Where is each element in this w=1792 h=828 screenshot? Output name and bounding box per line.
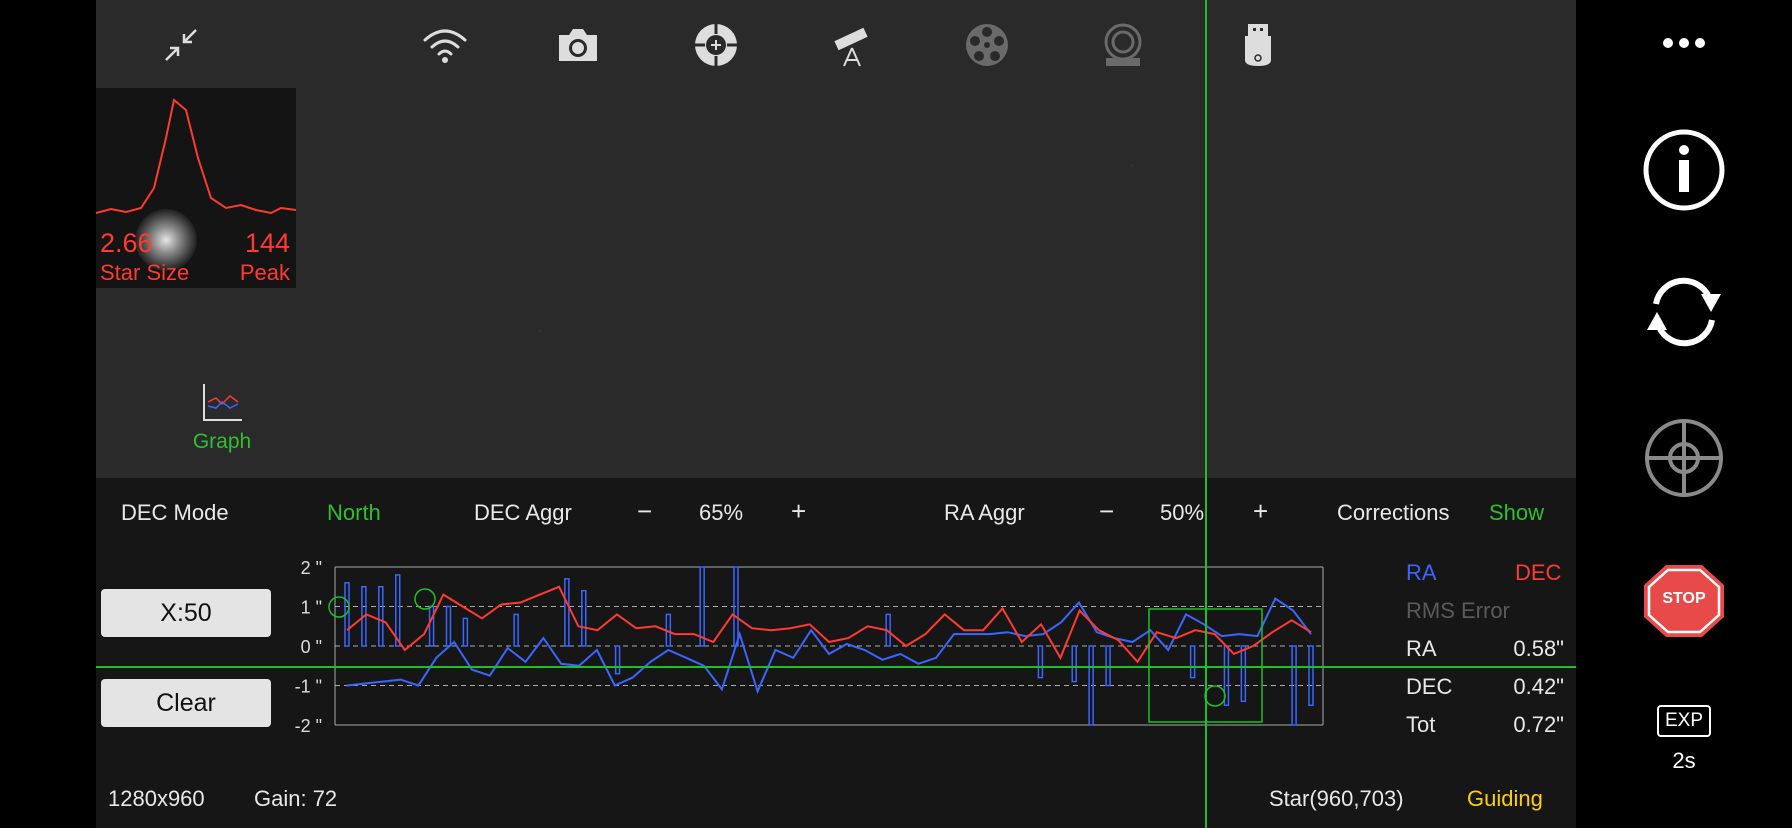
dec-series-line <box>346 585 1312 664</box>
rms-dec-label: DEC <box>1406 674 1453 699</box>
star-profile-box: 2.66 144 Star Size Peak <box>96 88 296 288</box>
telescope-icon[interactable] <box>825 18 879 72</box>
crosshair-horizontal-line <box>96 666 1576 668</box>
ra-correction-pulse <box>394 574 401 647</box>
ra-correction-pulse <box>428 605 435 647</box>
crosshair-vertical-line <box>1205 0 1207 828</box>
dec-mode-label: DEC Mode <box>121 500 229 525</box>
rms-tot-label: Tot <box>1406 712 1436 737</box>
peak-label: Peak <box>239 260 290 285</box>
exposure-value-text: 2s <box>1672 748 1696 773</box>
y-tick-label: 0 " <box>301 637 322 657</box>
dec-aggr-value: 65% <box>699 500 744 525</box>
rms-dec-value: 0.42" <box>1513 674 1564 699</box>
stop-button[interactable]: STOP <box>1576 563 1792 639</box>
corrections-label: Corrections <box>1337 500 1450 525</box>
marker-circle <box>1204 685 1226 707</box>
ra-correction-pulse <box>1308 645 1314 706</box>
more-icon[interactable] <box>1576 28 1792 58</box>
rms-error-title: RMS Error <box>1406 598 1510 623</box>
y-tick-label: 2 " <box>301 558 322 578</box>
rms-ra-label: RA <box>1406 636 1437 661</box>
ra-correction-pulse <box>1240 645 1247 703</box>
wifi-icon[interactable] <box>418 18 472 72</box>
ra-aggr-minus-button[interactable]: − <box>1099 496 1114 527</box>
guide-icon[interactable] <box>689 18 743 72</box>
ra-aggr-value: 50% <box>1160 500 1205 525</box>
focuser-icon[interactable] <box>1096 18 1150 72</box>
star-size-label: Star Size <box>100 260 190 285</box>
ra-correction-pulse <box>1189 645 1196 679</box>
ra-correction-pulse <box>513 613 519 647</box>
y-tick-label: -2 " <box>295 716 322 736</box>
star-position-text: Star(960,703) <box>1269 786 1404 811</box>
ra-correction-pulse <box>1291 645 1297 726</box>
ra-correction-pulse <box>445 605 452 647</box>
ra-aggr-label: RA Aggr <box>944 500 1025 525</box>
resolution-text: 1280x960 <box>108 786 205 811</box>
filter-wheel-icon[interactable] <box>960 18 1014 72</box>
dec-aggr-label: DEC Aggr <box>474 500 572 525</box>
gain-text: Gain: 72 <box>254 786 338 811</box>
collapse-icon[interactable] <box>154 18 208 72</box>
crosshair-icon[interactable] <box>1576 416 1792 500</box>
graph-icon <box>203 384 242 421</box>
rms-tot-value: 0.72" <box>1513 712 1564 737</box>
right-sidebar: STOP EXP 2s <box>1576 0 1792 828</box>
ra-correction-pulse <box>1037 645 1044 679</box>
dec-aggr-minus-button[interactable]: − <box>637 496 652 527</box>
corrections-toggle[interactable]: Show <box>1489 500 1544 526</box>
ra-correction-pulse <box>1071 645 1077 683</box>
ra-correction-pulse <box>699 566 705 647</box>
ra-correction-pulse <box>581 589 587 647</box>
clear-button[interactable]: Clear <box>101 679 271 727</box>
stop-label: STOP <box>1662 590 1706 607</box>
legend-ra: RA <box>1406 560 1437 585</box>
ra-aggr-plus-button[interactable]: + <box>1253 496 1268 527</box>
ra-correction-pulse <box>462 617 469 647</box>
camera-icon[interactable] <box>551 18 605 72</box>
star-size-value: 2.66 <box>100 228 153 258</box>
ra-correction-pulse <box>564 578 570 647</box>
dec-mode-value[interactable]: North <box>327 500 381 526</box>
x-scale-button[interactable]: X:50 <box>101 589 271 637</box>
ra-correction-pulse <box>378 586 384 647</box>
y-tick-label: 1 " <box>301 598 322 618</box>
exp-label: EXP <box>1656 705 1712 737</box>
usb-icon[interactable] <box>1231 18 1285 72</box>
legend-dec: DEC <box>1515 560 1562 585</box>
exposure-button[interactable]: EXP <box>1576 705 1792 737</box>
guiding-graph: 2 " 1 " 0 " -1 " -2 " <box>295 558 1324 736</box>
peak-value: 144 <box>244 228 290 258</box>
ra-correction-pulse <box>614 645 621 675</box>
guiding-status: Guiding <box>1467 786 1543 811</box>
info-icon[interactable] <box>1576 128 1792 212</box>
dec-aggr-plus-button[interactable]: + <box>791 496 806 527</box>
graph-label: Graph <box>192 430 252 453</box>
refresh-icon[interactable] <box>1576 272 1792 352</box>
graph-toggle[interactable]: Graph <box>172 382 272 458</box>
rms-ra-value: 0.58" <box>1513 636 1564 661</box>
y-tick-label: -1 " <box>295 677 322 697</box>
exposure-value: 2s <box>1576 748 1792 774</box>
